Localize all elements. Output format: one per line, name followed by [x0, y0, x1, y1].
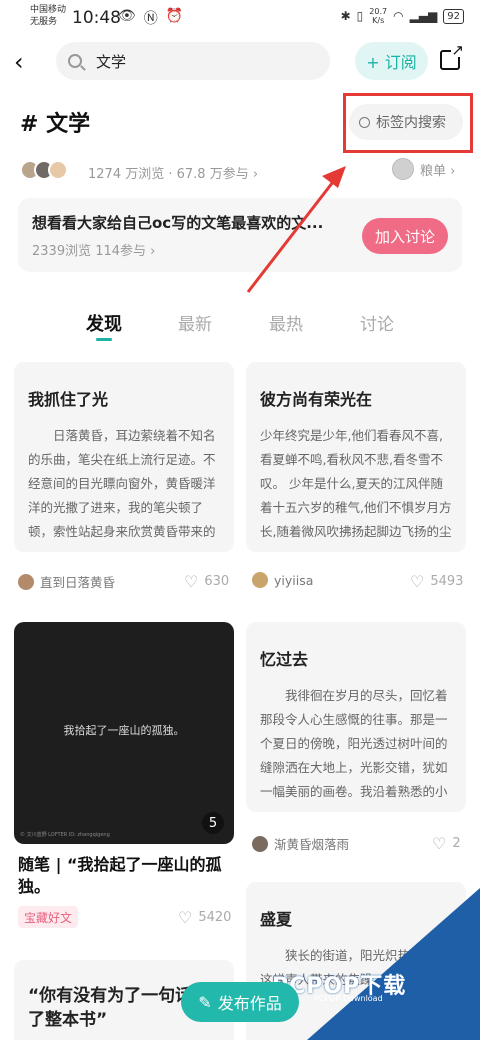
watermark-shape [307, 888, 480, 1040]
post-excerpt: 少年终究是少年,他们看春风不喜,看夏蝉不鸣,看秋风不悲,看冬雪不叹。 少年是什么… [260, 428, 452, 539]
author-name: yiyiisa [274, 572, 314, 588]
discussion-meta: 2339浏览 114参与 › [32, 244, 156, 259]
like-count: 2 [452, 836, 461, 851]
status-icons-right: ✱ ▯ 20.7 K/s ◠ ▂▄▆ 92 [341, 7, 464, 25]
heart-icon: ♡ [432, 834, 447, 853]
share-icon[interactable] [440, 43, 464, 70]
page-title: # 文学 [20, 112, 91, 137]
carrier-name: 中国移动 [30, 5, 67, 15]
discussion-question: 想看看大家给自己oc写的文笔最喜欢的文... [32, 214, 324, 232]
heart-icon: ♡ [410, 572, 425, 591]
watermark-subtext: PCPOP Download [314, 994, 383, 1003]
heart-icon: ♡ [178, 908, 193, 927]
rank-label: 粮单 › [420, 163, 456, 179]
nfc-icon: Ⓝ [143, 11, 158, 27]
net-speed-unit: K/s [372, 16, 385, 25]
post-title: 忆过去 [260, 650, 309, 669]
arrow-head [322, 166, 346, 188]
post-title: 我抓住了光 [28, 390, 109, 409]
eye-icon: 👁 [118, 8, 136, 24]
pen-icon: ✎ [198, 992, 212, 1012]
clock: 10:48 [72, 8, 121, 28]
tab-discussion[interactable]: 讨论 [360, 310, 394, 335]
tab-indicator [96, 338, 112, 341]
search-input[interactable]: 文学 [56, 42, 330, 80]
like-button[interactable]: ♡ 5493 [410, 572, 463, 591]
carrier-status: 无服务 [30, 17, 58, 27]
heart-icon: ♡ [184, 572, 199, 591]
post-card[interactable]: 彼方尚有荣光在 少年终究是少年,他们看春风不喜,看夏蝉不鸣,看秋风不悲,看冬雪不… [246, 362, 466, 552]
tab-hottest[interactable]: 最热 [269, 310, 303, 335]
join-discussion-button[interactable]: 加入讨论 [362, 218, 448, 254]
alarm-icon: ⏰ [165, 8, 184, 24]
publish-button[interactable]: ✎ 发布作品 [181, 982, 299, 1022]
tab-discover[interactable]: 发现 [86, 310, 122, 336]
tab-latest[interactable]: 最新 [178, 310, 212, 335]
chevron-left-icon: ‹ [14, 48, 24, 76]
post-card[interactable]: 忆过去 我徘徊在岁月的尽头，回忆着那段令人心生感慨的往事。那是一个夏日的傍晚，阳… [246, 622, 466, 812]
like-button[interactable]: ♡ 2 [432, 834, 461, 853]
author-name: 渐黄昏烟落雨 [274, 837, 350, 852]
avatar [252, 572, 268, 588]
bluetooth-icon: ✱ [340, 9, 351, 23]
post-title: 彼方尚有荣光在 [260, 390, 373, 409]
post-excerpt: 我徘徊在岁月的尽头，回忆着那段令人心生感慨的往事。那是一个夏日的傍晚，阳光透过树… [260, 688, 448, 799]
like-count: 630 [204, 574, 230, 589]
featured-badge: 宝藏好文 [18, 906, 79, 928]
avatar [48, 160, 68, 180]
highlight-box [343, 93, 473, 153]
rank-link[interactable]: 粮单 › [392, 158, 455, 180]
publish-label: 发布作品 [217, 994, 282, 1013]
avatar [18, 573, 34, 590]
subscribe-button[interactable]: + 订阅 [355, 42, 428, 80]
post-author[interactable]: 渐黄昏烟落雨 [252, 834, 349, 853]
status-icons-left: 👁 Ⓝ ⏰ [118, 8, 183, 28]
post-card[interactable]: 我抓住了光 日落黄昏，耳边萦绕着不知名的乐曲，笔尖在纸上流行足迹。不经意间的目光… [14, 362, 234, 552]
like-button[interactable]: ♡ 5420 [178, 908, 231, 927]
like-button[interactable]: ♡ 630 [184, 572, 229, 591]
net-speed-value: 20.7 [369, 7, 388, 16]
back-button[interactable]: ‹ [14, 48, 34, 76]
like-count: 5493 [430, 574, 464, 589]
brand-watermark: PCPOP下载 PCPOP Download [262, 888, 480, 1040]
search-text: 文学 [96, 52, 127, 71]
avatar [392, 158, 414, 180]
battery-icon: 92 [443, 8, 464, 24]
post-title[interactable]: 随笔 | “我拾起了一座山的孤独。 [18, 854, 232, 898]
topic-stats[interactable]: 1274 万浏览 · 67.8 万参与 › [88, 163, 258, 182]
post-image[interactable]: 我拾起了一座山的孤独。 © 文川蓝野 LOFTER ID: zhangqigen… [14, 622, 234, 844]
avatar [252, 835, 268, 852]
status-bar: 中国移动 无服务 10:48 👁 Ⓝ ⏰ ✱ ▯ 20.7 K/s ◠ ▂▄▆ … [0, 0, 480, 36]
vibrate-icon: ▯ [356, 9, 364, 23]
wifi-icon: ◠ [393, 9, 404, 23]
author-name: 直到日落黄昏 [40, 575, 116, 590]
post-excerpt: 日落黄昏，耳边萦绕着不知名的乐曲，笔尖在纸上流行足迹。不经意间的目光瞟向窗外，黄… [28, 428, 216, 539]
image-watermark: © 文川蓝野 LOFTER ID: zhangqigeng [20, 832, 110, 838]
image-text: 我拾起了一座山的孤独。 [63, 724, 185, 737]
image-count: 5 [202, 812, 224, 834]
search-icon [68, 54, 82, 68]
post-author[interactable]: 直到日落黄昏 [18, 572, 115, 591]
post-author[interactable]: yiyiisa [252, 572, 313, 588]
carrier-info: 中国移动 无服务 [30, 4, 66, 28]
signal-icon: ▂▄▆ [409, 9, 438, 23]
net-speed: 20.7 K/s [369, 7, 387, 25]
like-count: 5420 [198, 910, 232, 925]
tab-bar: 发现 最新 最热 讨论 [0, 308, 480, 348]
participant-avatars[interactable] [20, 160, 68, 180]
